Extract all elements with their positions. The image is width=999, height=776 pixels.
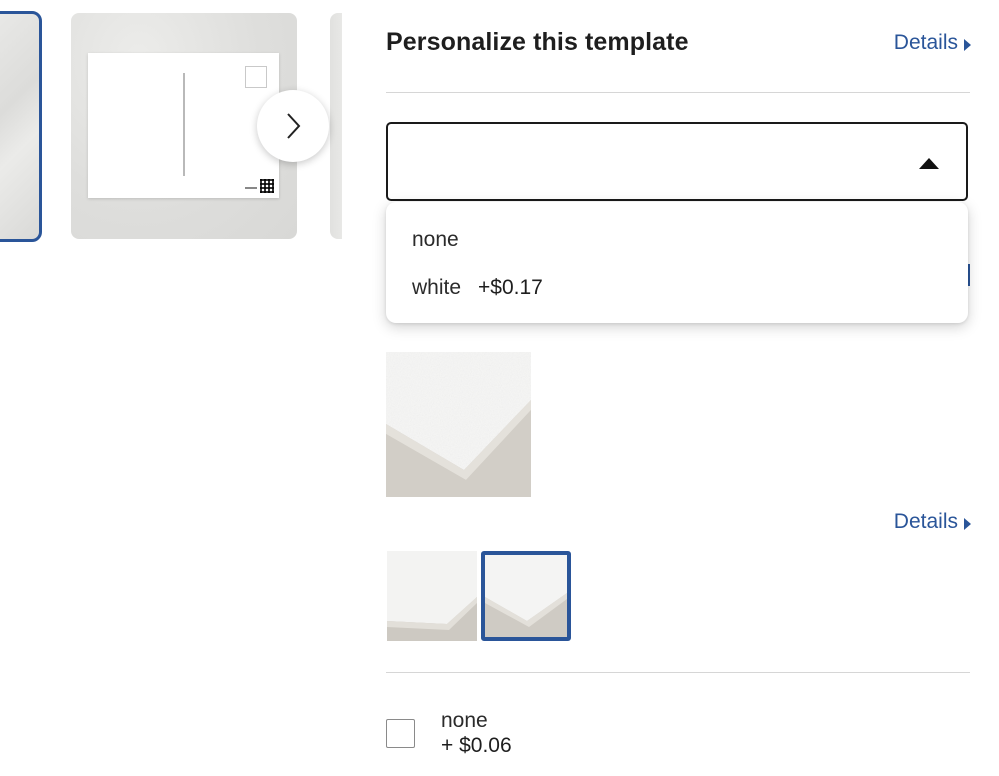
details-link-paper[interactable]: Details [894,510,971,534]
dropdown-option-label: white [412,276,462,299]
section-divider [386,672,970,673]
addon-checkbox[interactable] [386,719,415,748]
caret-right-icon [964,517,971,530]
paper-texture-preview [386,352,531,497]
paper-option-thumbnail-1[interactable] [387,551,477,641]
details-link[interactable]: Details [894,31,971,55]
addon-price: + $0.06 [441,734,512,757]
postcard-divider-line [183,73,185,176]
carousel-thumbnail-selected[interactable] [0,11,42,242]
caret-up-icon [919,158,939,169]
paper-option-thumbnail-2-selected[interactable] [481,551,571,641]
caret-right-icon [964,38,971,51]
dropdown-option-label: none [412,228,459,251]
carousel-next-button[interactable] [257,90,329,162]
brand-mark [245,187,257,189]
stamp-box [245,66,267,88]
option-select[interactable] [386,122,968,201]
qr-code-icon [260,179,274,193]
dropdown-option-none[interactable]: none [386,216,968,264]
dropdown-option-price: +$0.17 [478,276,543,299]
carousel-thumbnail-next[interactable] [330,13,342,239]
addon-label: none [441,709,488,732]
postcard-preview [88,53,279,198]
dropdown-option-white[interactable]: white +$0.17 [386,264,968,312]
details-link-label: Details [893,510,958,533]
page-title: Personalize this template [386,28,689,56]
section-divider [386,92,970,93]
chevron-right-icon [287,113,301,139]
option-dropdown-menu: none white +$0.17 [386,202,968,323]
details-link-label: Details [893,31,958,54]
